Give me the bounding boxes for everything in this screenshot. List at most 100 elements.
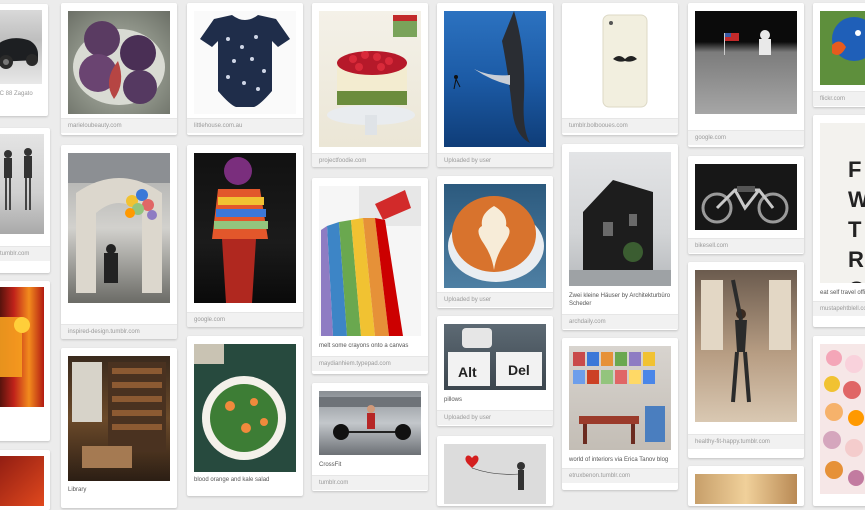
pin-image-swimmers[interactable] — [0, 134, 44, 234]
pillow-top — [462, 328, 492, 348]
pin-footer: tumblr.com — [0, 246, 50, 261]
flowers-illustration — [823, 350, 864, 486]
pin-caption: Uploaded by user — [444, 297, 492, 303]
pin-card[interactable] — [437, 436, 553, 506]
pin-card[interactable]: F W TR OF eat self travel office mustape… — [813, 115, 865, 327]
pin-card[interactable]: bikesell.com — [688, 156, 804, 254]
pin-image-phone[interactable] — [569, 11, 671, 114]
pin-card[interactable]: Alt Del pillows Uploaded by user — [437, 316, 553, 426]
pin-card[interactable]: IC 88 Zagato — [0, 4, 48, 116]
pin-card[interactable]: tumblr.com — [0, 128, 50, 273]
pin-image-flowers[interactable] — [820, 344, 865, 494]
pin-footer: marieloubeauty.com — [61, 118, 177, 133]
pin-image-typography[interactable]: F W TR OF — [820, 123, 865, 283]
pin-image-parrot[interactable] — [820, 11, 865, 85]
pin-card[interactable]: blood orange and kale salad — [187, 336, 303, 496]
pin-footer: mustapehtblell.com — [813, 301, 865, 316]
pin-image-figs[interactable] — [68, 11, 170, 114]
pin-image-colorful-dress[interactable] — [194, 153, 296, 303]
pin-caption: mustapehtblell.com — [820, 306, 865, 312]
pin-card[interactable]: google.com — [187, 145, 303, 327]
pin-image-salad[interactable] — [194, 344, 296, 472]
pin-card[interactable]: melt some crayons onto a canvas maydianh… — [312, 178, 428, 374]
pin-image-misc-red[interactable] — [0, 456, 44, 506]
pin-caption: archdaily.com — [569, 319, 606, 325]
pin-caption: maydianhiem.typepad.com — [319, 361, 391, 367]
pin-image-cake[interactable] — [319, 11, 421, 147]
motorcycle-illustration — [701, 186, 789, 224]
pin-card[interactable]: Uploaded by user — [437, 3, 553, 167]
alt-key-pillow: Alt — [448, 352, 490, 386]
pin-caption: google.com — [194, 317, 226, 323]
pin-footer: etruxbenon.tumblr.com — [562, 468, 678, 483]
drink-illustration — [0, 317, 30, 377]
pin-image-orange-drink[interactable] — [0, 287, 44, 407]
weightlifter-illustration — [319, 397, 421, 440]
pin-caption: bikesell.com — [695, 243, 729, 249]
pin-image-motorcycle[interactable] — [695, 164, 797, 230]
phone-case-illustration — [602, 14, 648, 108]
pin-card[interactable]: littlehouse.com.au — [187, 3, 303, 135]
pin-footer: littlehouse.com.au — [187, 118, 303, 133]
pin-card[interactable]: inspired-design.tumblr.com — [61, 145, 177, 339]
pin-image-altdel[interactable]: Alt Del — [444, 324, 546, 390]
pin-title: CrossFit — [319, 462, 342, 468]
pin-image-latte[interactable] — [444, 184, 546, 288]
pin-card[interactable]: world of interiors via Erica Tanov blog … — [562, 338, 678, 490]
pin-card[interactable]: Library — [61, 348, 177, 508]
cake-illustration — [327, 15, 417, 135]
pin-caption: healthy-fit-happy.tumblr.com — [695, 439, 770, 445]
pin-card[interactable] — [0, 281, 50, 441]
pin-footer: Uploaded by user — [437, 410, 553, 425]
pin-image-onesie[interactable] — [194, 11, 296, 114]
pin-image-whale[interactable] — [444, 11, 546, 147]
car-illustration — [0, 38, 38, 69]
pin-footer: archdaily.com — [562, 314, 678, 329]
pin-image-studio[interactable] — [569, 346, 671, 450]
library-illustration — [72, 362, 166, 468]
pin-card[interactable]: marieloubeauty.com — [61, 3, 177, 135]
pin-card[interactable]: Zwei kleine Häuser by Architekturbüro Sc… — [562, 144, 678, 330]
pin-image-balloons[interactable] — [68, 153, 170, 303]
pin-title: melt some crayons onto a canvas — [319, 343, 409, 349]
pin-footer: google.com — [688, 130, 804, 145]
pin-footer: healthy-fit-happy.tumblr.com — [688, 434, 804, 449]
pin-card[interactable] — [688, 466, 804, 506]
pin-caption: tumblr.com — [0, 251, 30, 257]
pin-caption: marieloubeauty.com — [68, 123, 122, 129]
pin-image-banksy[interactable] — [444, 444, 546, 504]
pin-card[interactable]: healthy-fit-happy.tumblr.com — [688, 262, 804, 458]
pin-image-moon[interactable] — [695, 11, 797, 114]
banksy-illustration — [465, 455, 525, 490]
pin-card[interactable]: Uploaded by user — [437, 176, 553, 308]
moon-illustration — [724, 30, 771, 55]
pin-title: Zwei kleine Häuser by Architekturbüro Sc… — [569, 293, 671, 307]
pin-image-hair[interactable] — [695, 474, 797, 504]
parrot-illustration — [832, 17, 865, 61]
pin-card[interactable]: projectfoodie.com — [312, 3, 428, 167]
pin-footer: inspired-design.tumblr.com — [61, 324, 177, 339]
pin-title: world of interiors via Erica Tanov blog — [569, 457, 669, 463]
pin-image-dancer[interactable] — [695, 270, 797, 422]
whale-illustration — [453, 11, 530, 143]
pin-card[interactable]: flickr.com — [813, 3, 865, 107]
pin-card[interactable] — [0, 450, 50, 510]
latte-illustration — [448, 196, 544, 282]
balloons-illustration — [68, 153, 170, 293]
pin-card[interactable]: tumblr.bolbooues.com — [562, 3, 678, 135]
typography-poster-text: F W TR OF — [848, 157, 865, 283]
pin-card[interactable] — [813, 336, 865, 506]
pin-footer: tumblr.bolbooues.com — [562, 118, 678, 133]
pin-image-black-house[interactable] — [569, 152, 671, 286]
pin-card[interactable]: google.com — [688, 3, 804, 147]
pin-card[interactable]: CrossFit tumblr.com — [312, 383, 428, 491]
pin-footer: bikesell.com — [688, 238, 804, 253]
crayons-illustration — [321, 186, 421, 336]
onesie-illustration — [200, 15, 290, 107]
pin-image-library[interactable] — [68, 356, 170, 481]
pin-caption: littlehouse.com.au — [194, 123, 243, 129]
pin-image-car[interactable] — [0, 10, 42, 84]
pin-image-weightlifter[interactable] — [319, 391, 421, 455]
pin-title: eat self travel office — [820, 290, 865, 296]
pin-image-crayons[interactable] — [319, 186, 421, 336]
